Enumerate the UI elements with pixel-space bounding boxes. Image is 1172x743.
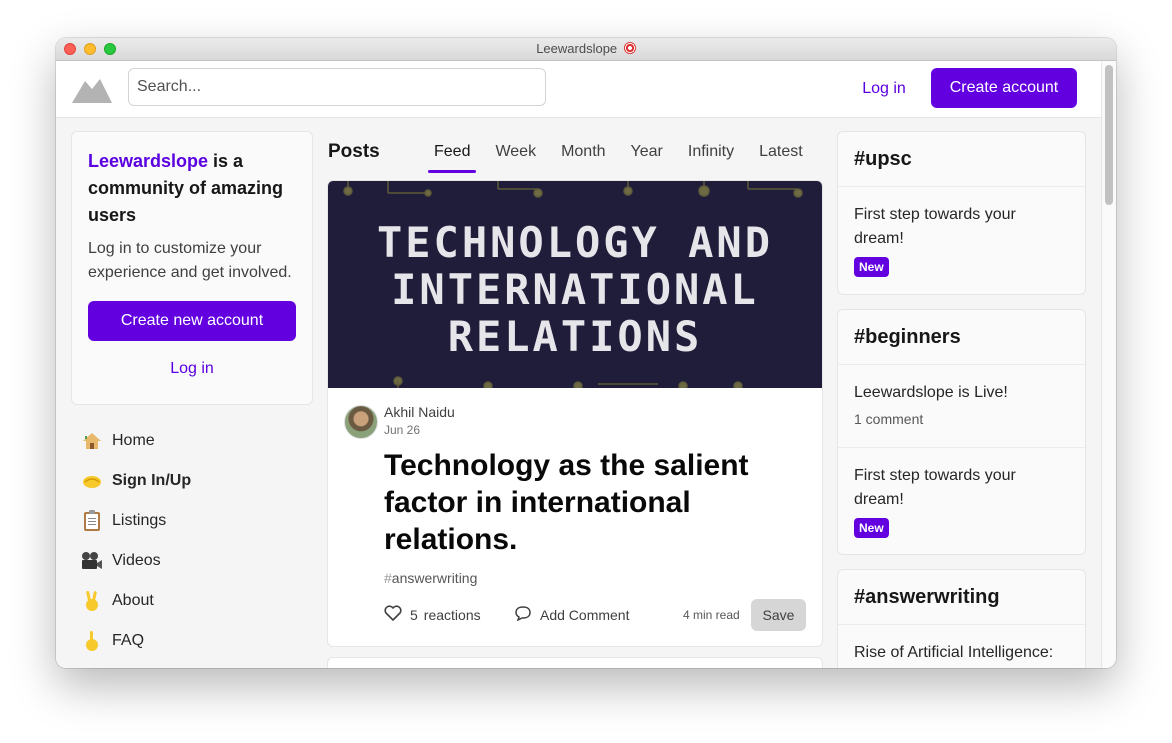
heart-icon [384,605,402,624]
tab-year[interactable]: Year [625,139,669,171]
dart-icon [623,42,636,54]
sidebar-item-videos[interactable]: Videos [71,541,313,581]
tab-latest[interactable]: Latest [753,139,809,171]
window-title: Leewardslope [536,41,618,56]
welcome-subtext: Log in to customize your experience and … [88,240,292,281]
scrollbar-thumb[interactable] [1105,65,1113,205]
create-new-account-button[interactable]: Create new account [88,301,296,341]
reactions-label: reactions [423,606,481,623]
create-account-button[interactable]: Create account [931,68,1077,108]
pointing-up-icon [81,630,103,652]
tab-month[interactable]: Month [555,139,611,171]
tag-card-upsc: #upsc First step towards your dream! New [837,131,1086,295]
tag-card-beginners: #beginners Leewardslope is Live! 1 comme… [837,309,1086,555]
sidebar-item-label: Videos [112,552,161,569]
tag-card-item[interactable]: First step towards your dream! New [838,187,1085,294]
tag-card-heading[interactable]: #beginners [838,310,1085,365]
tag-card-heading[interactable]: #answerwriting [838,570,1085,625]
read-time: 4 min read [683,608,740,622]
sidebar-item-label: Listings [112,512,167,529]
welcome-card: Leewardslope is a community of amazing u… [71,131,313,405]
tab-week[interactable]: Week [489,139,542,171]
post-cover-text: TECHNOLOGY AND INTERNATIONAL RELATIONS [376,218,773,361]
sidebar-item-label: About [112,592,154,609]
sidebar-item-label: Sign In/Up [112,472,192,489]
mountain-logo-icon[interactable] [72,75,112,103]
tag-card-item-title: First step towards your dream! [854,206,1016,247]
add-comment-button[interactable]: Add Comment [514,605,629,624]
sidebar-nav: Home Sign In/Up Listings Videos About FA… [71,421,313,661]
tag-card-heading[interactable]: #upsc [838,132,1085,187]
welcome-login-link[interactable]: Log in [88,357,296,381]
movie-camera-icon [81,550,103,572]
vertical-scrollbar[interactable] [1101,61,1116,668]
sidebar-item-about[interactable]: About [71,581,313,621]
tag-card-item[interactable]: Leewardslope is Live! 1 comment [838,365,1085,448]
header-login-link[interactable]: Log in [848,69,920,109]
sidebar-item-label: FAQ [112,632,145,649]
welcome-headline: Leewardslope is a community of amazing u… [88,148,296,229]
tag-card-item-title: First step towards your dream! [854,467,1016,508]
tag-card-item[interactable]: Rise of Artificial Intelligence: [838,625,1085,668]
reaction-count: 5 [410,606,418,623]
reactions-button[interactable]: 5 reactions [384,605,481,624]
comment-count: 1 comment [854,411,924,427]
post-title[interactable]: Technology as the salient factor in inte… [384,447,784,558]
add-comment-label: Add Comment [540,606,630,623]
brand-name[interactable]: Leewardslope [88,151,208,171]
author-avatar[interactable] [344,405,378,439]
sidebar-item-faq[interactable]: FAQ [71,621,313,661]
tag-card-item-title: Leewardslope is Live! [854,384,1008,401]
tag-card-answerwriting: #answerwriting Rise of Artificial Intell… [837,569,1086,668]
tag-label: answerwriting [391,570,478,586]
handshake-icon [81,470,103,492]
next-post-card[interactable] [327,657,823,668]
save-button[interactable]: Save [751,599,806,631]
search-input[interactable] [128,68,546,106]
new-badge: New [854,257,889,277]
sidebar-item-listings[interactable]: Listings [71,501,313,541]
post-date: Jun 26 [384,423,421,437]
clipboard-icon [81,510,103,532]
sidebar-item-sign-in[interactable]: Sign In/Up [71,461,313,501]
page-content: Log in Create account Leewardslope is a … [56,61,1102,668]
house-icon [81,430,103,452]
tag-card-item-title: Rise of Artificial Intelligence: [854,644,1054,661]
title-bar: Leewardslope [56,38,1116,61]
post-author[interactable]: Akhil Naidu [384,404,455,420]
post-cover-image[interactable]: TECHNOLOGY AND INTERNATIONAL RELATIONS [328,181,822,388]
tab-infinity[interactable]: Infinity [682,139,740,171]
posts-heading: Posts [328,141,380,162]
tag-card-item[interactable]: First step towards your dream! New [838,448,1085,554]
post-card[interactable]: TECHNOLOGY AND INTERNATIONAL RELATIONS A… [327,180,823,647]
site-header: Log in Create account [56,61,1102,118]
tag-hash: # [384,570,392,586]
comment-icon [514,605,532,624]
post-tag[interactable]: #answerwriting [384,570,477,586]
feed-tabs: Feed Week Month Year Infinity Latest [428,139,822,173]
victory-hand-icon [81,590,103,612]
sidebar-item-label: Home [112,432,155,449]
new-badge: New [854,518,889,538]
window-title-container: Leewardslope [56,41,1116,56]
browser-window: Leewardslope Log in Create account Leewa… [56,38,1116,668]
tab-feed[interactable]: Feed [428,139,477,173]
sidebar-item-home[interactable]: Home [71,421,313,461]
